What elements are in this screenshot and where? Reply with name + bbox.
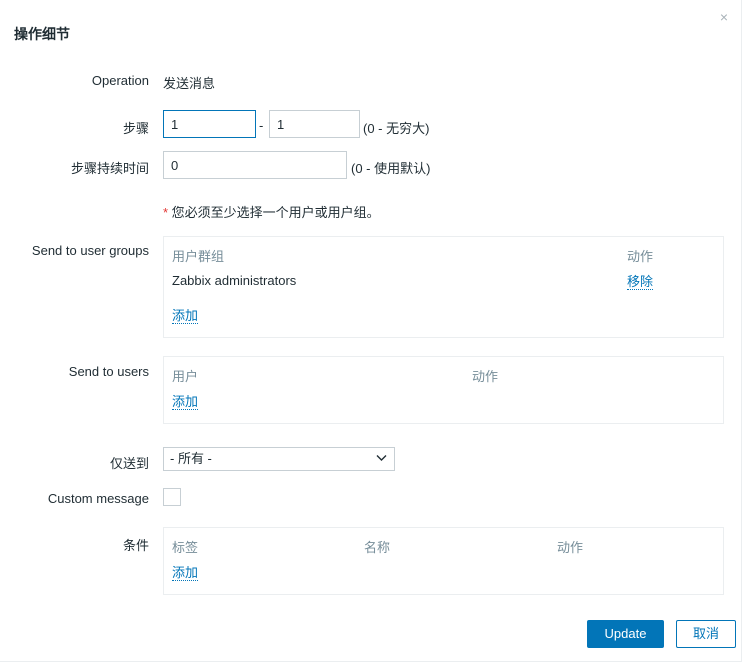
custom-message-label: Custom message [47, 491, 149, 506]
send-only-to-selected: - 所有 - [170, 451, 212, 466]
update-button[interactable]: Update [587, 620, 664, 648]
remove-user-group-link[interactable]: 移除 [627, 274, 654, 290]
requirement-note: * 您必须至少选择一个用户或用户组。 [163, 202, 380, 221]
steps-separator: - [259, 118, 264, 133]
user-groups-table: 用户群组 动作 Zabbix administrators 移除 添加 [163, 236, 724, 338]
steps-to-input[interactable] [269, 110, 360, 138]
steps-hint: (0 - 无穷大) [363, 121, 430, 136]
cancel-button[interactable]: 取消 [676, 620, 736, 648]
step-duration-hint: (0 - 使用默认) [351, 161, 431, 176]
chevron-down-icon [376, 448, 387, 470]
operation-details-dialog: 操作细节 × Operation 发送消息 步骤 - (0 - 无穷大) 步骤持… [0, 0, 742, 662]
step-duration-label: 步骤持续时间 [70, 161, 149, 176]
dialog-title: 操作细节 [14, 26, 70, 42]
step-duration-input[interactable] [163, 151, 347, 179]
custom-message-checkbox[interactable] [163, 488, 181, 506]
conditions-label: 条件 [122, 538, 149, 553]
conditions-table: 标签 名称 动作 添加 [163, 527, 724, 595]
user-groups-label: Send to user groups [31, 243, 149, 258]
users-table: 用户 动作 添加 [163, 356, 724, 424]
user-group-row-name: Zabbix administrators [172, 273, 297, 288]
steps-label: 步骤 [122, 121, 149, 136]
conditions-col-name: 名称 [364, 540, 391, 555]
operation-value: 发送消息 [163, 76, 216, 91]
add-condition-link[interactable]: 添加 [172, 565, 199, 581]
operation-label: Operation [91, 73, 149, 88]
users-col-user: 用户 [172, 369, 199, 384]
users-label: Send to users [68, 364, 149, 379]
send-only-to-label: 仅送到 [109, 456, 149, 471]
send-only-to-select[interactable]: - 所有 - [163, 447, 395, 471]
conditions-col-label: 标签 [172, 540, 199, 555]
users-col-action: 动作 [472, 369, 499, 384]
conditions-col-action: 动作 [557, 540, 584, 555]
add-user-group-link[interactable]: 添加 [172, 308, 199, 324]
steps-from-input[interactable] [163, 110, 256, 138]
requirement-text: 您必须至少选择一个用户或用户组。 [168, 205, 380, 220]
user-groups-col-group: 用户群组 [172, 249, 225, 264]
close-icon[interactable]: × [717, 10, 731, 24]
user-groups-col-action: 动作 [627, 249, 654, 264]
add-user-link[interactable]: 添加 [172, 394, 199, 410]
